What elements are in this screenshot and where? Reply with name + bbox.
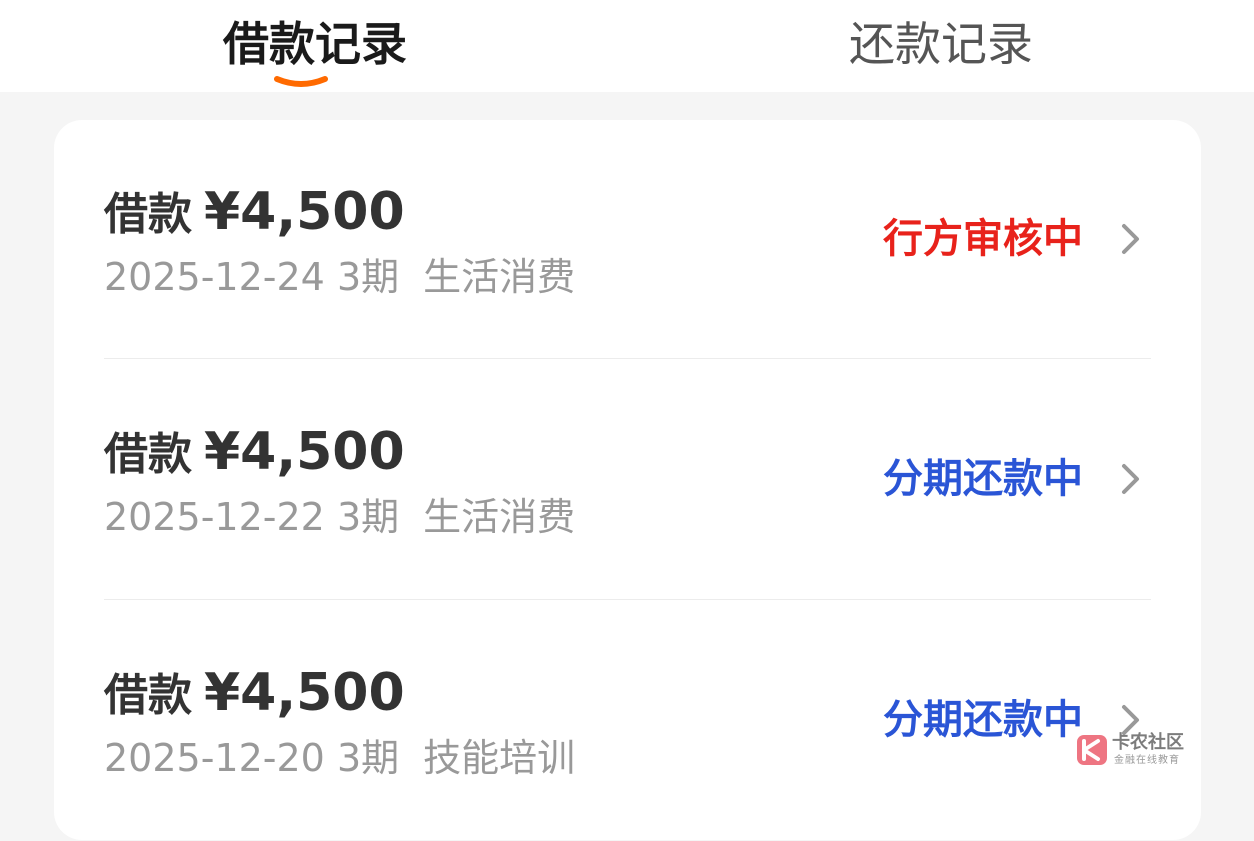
record-purpose: 生活消费 bbox=[423, 495, 576, 539]
divider bbox=[104, 358, 1151, 359]
record-date: 2025-12-22 bbox=[104, 495, 325, 539]
kanong-logo-icon bbox=[1077, 735, 1107, 765]
watermark: 卡农社区 金融在线教育 bbox=[1074, 730, 1196, 770]
record-title: 借款 ¥4,500 bbox=[104, 422, 405, 482]
watermark-subtitle: 金融在线教育 bbox=[1114, 755, 1180, 766]
record-amount: ¥4,500 bbox=[204, 182, 405, 242]
tab-bar: 借款记录 还款记录 bbox=[0, 0, 1254, 92]
record-meta: 2025-12-24 3期 生活消费 bbox=[104, 252, 575, 302]
tab-repay-records[interactable]: 还款记录 bbox=[806, 12, 1076, 76]
tab-borrow-records[interactable]: 借款记录 bbox=[180, 12, 450, 76]
record-term: 3期 bbox=[336, 736, 400, 780]
active-tab-indicator bbox=[274, 76, 328, 87]
record-label: 借款 bbox=[104, 189, 192, 240]
watermark-title: 卡农社区 bbox=[1112, 732, 1184, 753]
borrow-record-item[interactable]: 借款 ¥4,500 2025-12-24 3期 生活消费 行方审核中 bbox=[54, 120, 1201, 360]
record-status: 行方审核中 bbox=[883, 216, 1083, 262]
record-term: 3期 bbox=[336, 495, 400, 539]
record-date: 2025-12-20 bbox=[104, 736, 325, 780]
record-purpose: 技能培训 bbox=[423, 736, 576, 780]
chevron-right-icon bbox=[1122, 464, 1139, 494]
record-term: 3期 bbox=[336, 255, 400, 299]
record-meta: 2025-12-20 3期 技能培训 bbox=[104, 733, 575, 783]
record-amount: ¥4,500 bbox=[204, 422, 405, 482]
record-title: 借款 ¥4,500 bbox=[104, 663, 405, 723]
record-meta: 2025-12-22 3期 生活消费 bbox=[104, 492, 575, 542]
borrow-record-list: 借款 ¥4,500 2025-12-24 3期 生活消费 行方审核中 借款 ¥4,50… bbox=[54, 120, 1201, 840]
borrow-record-item[interactable]: 借款 ¥4,500 2025-12-20 3期 技能培训 分期还款中 bbox=[54, 601, 1201, 841]
record-date: 2025-12-24 bbox=[104, 255, 325, 299]
chevron-right-icon bbox=[1122, 224, 1139, 254]
borrow-record-item[interactable]: 借款 ¥4,500 2025-12-22 3期 生活消费 分期还款中 bbox=[54, 360, 1201, 600]
record-title: 借款 ¥4,500 bbox=[104, 182, 405, 242]
divider bbox=[104, 599, 1151, 600]
record-status: 分期还款中 bbox=[883, 697, 1083, 743]
record-purpose: 生活消费 bbox=[423, 255, 576, 299]
record-status: 分期还款中 bbox=[883, 456, 1083, 502]
record-label: 借款 bbox=[104, 670, 192, 721]
record-amount: ¥4,500 bbox=[204, 663, 405, 723]
record-label: 借款 bbox=[104, 429, 192, 480]
